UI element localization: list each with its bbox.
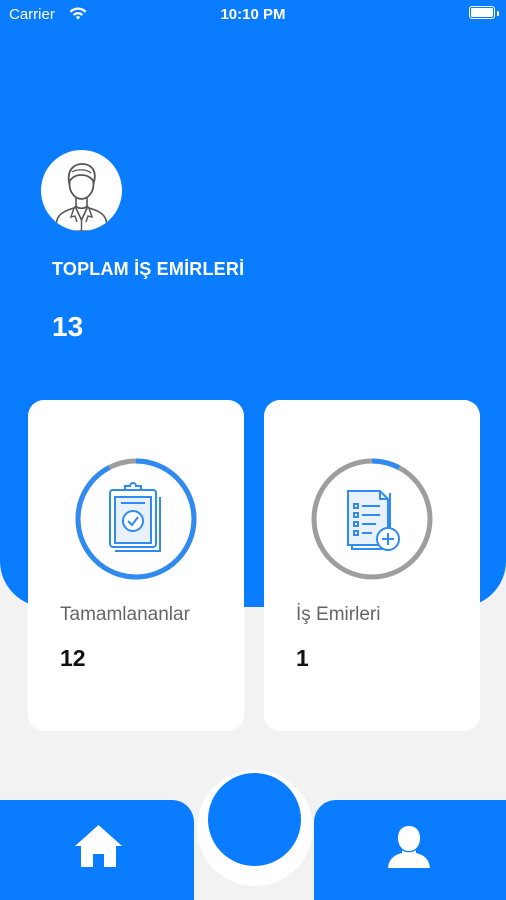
battery-tip xyxy=(497,11,499,16)
completed-card[interactable]: Tamamlananlar xyxy=(28,400,244,731)
completed-progress-ring xyxy=(75,458,197,580)
total-work-orders-label: TOPLAM İŞ EMİRLERİ xyxy=(52,259,245,279)
completed-label: Tamamlananlar xyxy=(60,604,190,625)
work-orders-value: 1 xyxy=(296,645,309,671)
work-orders-label: İş Emirleri xyxy=(296,604,381,625)
status-bar: Carrier 10:10 PM xyxy=(0,0,506,30)
work-orders-card[interactable]: İş Emirleri xyxy=(264,400,480,731)
completed-value: 12 xyxy=(60,645,86,671)
home-icon[interactable] xyxy=(73,823,124,869)
work-orders-progress-ring xyxy=(311,458,433,580)
avatar[interactable] xyxy=(41,150,122,231)
clock: 10:10 PM xyxy=(220,6,286,23)
total-work-orders-value: 13 xyxy=(52,311,84,342)
center-action-button[interactable] xyxy=(208,773,301,866)
battery-icon xyxy=(469,6,495,19)
clipboard-check-icon xyxy=(109,482,161,552)
profile-icon[interactable] xyxy=(386,824,432,869)
document-add-icon xyxy=(347,490,400,551)
user-avatar-icon xyxy=(54,163,109,231)
